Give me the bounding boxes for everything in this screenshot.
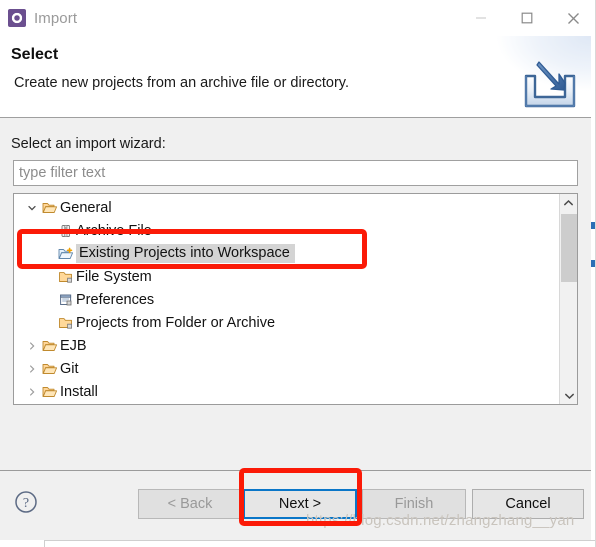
tree-item-label: EJB xyxy=(60,337,87,354)
preferences-icon xyxy=(56,293,76,307)
chevron-right-icon[interactable] xyxy=(24,341,40,351)
scrollbar-thumb[interactable] xyxy=(561,214,577,282)
maximize-icon[interactable] xyxy=(504,0,550,36)
folder-icon xyxy=(56,316,76,330)
background-window-bottom-border xyxy=(44,540,595,547)
wizard-list-label: Select an import wizard: xyxy=(11,136,166,152)
tree-item-label: File System xyxy=(76,268,152,285)
cancel-button[interactable]: Cancel xyxy=(472,489,584,519)
back-button[interactable]: < Back xyxy=(138,489,242,519)
help-question-icon[interactable]: ? xyxy=(14,490,38,519)
tree-item-label: Preferences xyxy=(76,291,155,308)
dialog-body: Select an import wizard: General xyxy=(0,118,595,470)
minimize-icon[interactable] xyxy=(458,0,504,36)
tree-item-ejb[interactable]: EJB xyxy=(14,334,558,357)
filter-input[interactable] xyxy=(13,160,578,186)
tree-item-label: Existing Projects into Workspace xyxy=(76,244,295,263)
tree-item-label: Git xyxy=(60,360,79,377)
tree-item-file-system[interactable]: File System xyxy=(14,265,558,288)
import-wizard-tree[interactable]: General Archive File Existing Projects i… xyxy=(13,193,578,405)
folder-plus-icon xyxy=(56,247,76,261)
tree-item-git[interactable]: Git xyxy=(14,357,558,380)
open-folder-icon xyxy=(40,201,60,215)
window-title: Import xyxy=(34,9,78,27)
chevron-right-icon[interactable] xyxy=(24,364,40,374)
open-folder-icon xyxy=(40,385,60,399)
wizard-header: Select Create new projects from an archi… xyxy=(0,36,595,118)
tree-item-label: Projects from Folder or Archive xyxy=(76,314,276,331)
tree-item-projects-from-folder-or-archive[interactable]: Projects from Folder or Archive xyxy=(14,311,558,334)
page-description: Create new projects from an archive file… xyxy=(14,75,349,91)
import-arrow-into-tray-icon xyxy=(518,56,582,117)
finish-button[interactable]: Finish xyxy=(362,489,466,519)
chevron-down-icon[interactable] xyxy=(560,387,577,404)
tree-item-label: Install xyxy=(60,383,98,400)
archive-file-icon xyxy=(56,224,76,238)
window-controls xyxy=(458,0,595,36)
tree-item-existing-projects-into-workspace[interactable]: Existing Projects into Workspace xyxy=(14,242,558,265)
chevron-up-icon[interactable] xyxy=(560,194,577,211)
tree-item-label: Archive File xyxy=(76,222,152,239)
import-wizard-dialog: Import Select Create new projects from a… xyxy=(0,0,596,547)
chevron-right-icon[interactable] xyxy=(24,387,40,397)
close-icon[interactable] xyxy=(550,0,595,36)
open-folder-icon xyxy=(40,339,60,353)
background-window-artifact xyxy=(591,260,595,267)
svg-text:?: ? xyxy=(23,496,29,511)
open-folder-icon xyxy=(40,362,60,376)
tree-rows: General Archive File Existing Projects i… xyxy=(14,194,558,404)
tree-item-label: General xyxy=(60,199,112,216)
background-window-artifact xyxy=(591,222,595,229)
tree-item-archive-file[interactable]: Archive File xyxy=(14,219,558,242)
folder-icon xyxy=(56,270,76,284)
window-edge-strip xyxy=(591,0,595,547)
dialog-footer: ? < Back Next > Finish Cancel xyxy=(0,470,595,547)
next-button[interactable]: Next > xyxy=(243,489,357,519)
title-bar: Import xyxy=(0,0,595,36)
tree-item-install[interactable]: Install xyxy=(14,380,558,403)
tree-item-preferences[interactable]: Preferences xyxy=(14,288,558,311)
chevron-down-icon[interactable] xyxy=(24,203,40,213)
eclipse-gear-icon xyxy=(8,9,26,27)
tree-scrollbar[interactable] xyxy=(559,194,577,404)
page-title: Select xyxy=(11,46,59,63)
tree-item-general[interactable]: General xyxy=(14,196,558,219)
